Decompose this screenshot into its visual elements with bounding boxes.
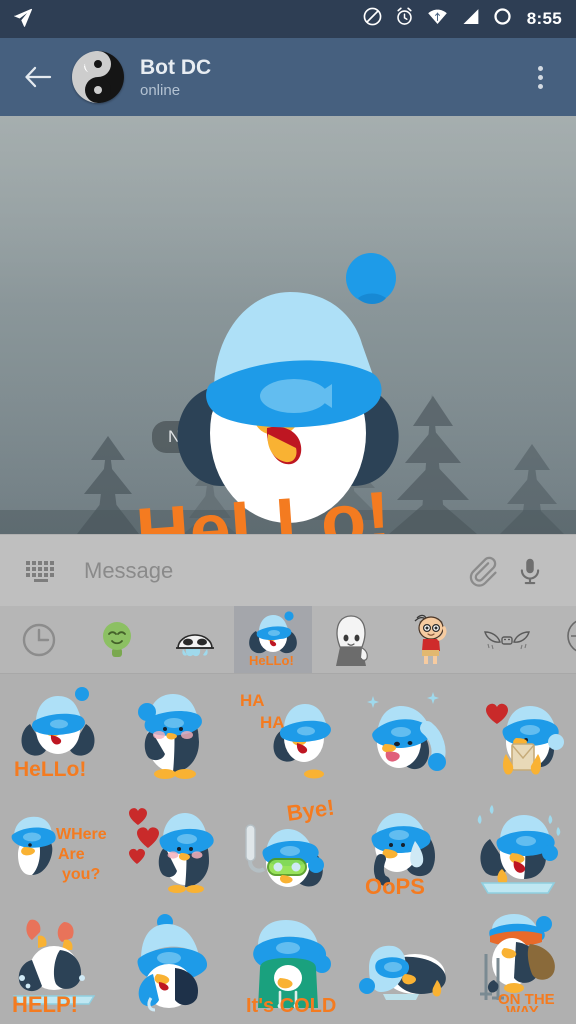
svg-text:HA: HA xyxy=(240,691,265,710)
svg-text:Bye!: Bye! xyxy=(285,797,336,826)
chat-title-block[interactable]: Bot DC online xyxy=(140,55,211,100)
sticker-plain[interactable] xyxy=(115,676,230,788)
clock-icon xyxy=(22,623,56,656)
message-input[interactable] xyxy=(84,557,458,584)
battery-icon xyxy=(492,6,513,32)
sticker-oops[interactable]: OoPS xyxy=(346,791,461,903)
sticker-its-cold[interactable]: It's COLD xyxy=(230,906,345,1018)
svg-text:you?: you? xyxy=(62,866,100,883)
recent-stickers-tab[interactable] xyxy=(0,606,78,673)
crying-face-icon xyxy=(176,633,214,656)
paperclip-icon[interactable] xyxy=(458,547,506,595)
sticker-pack-wings[interactable] xyxy=(468,606,546,673)
green-blob-icon xyxy=(103,621,131,657)
shinchan-icon xyxy=(414,614,447,664)
svg-text:HELP!: HELP! xyxy=(12,992,78,1012)
sticker-on-the-way[interactable]: ON THE WAY xyxy=(461,906,576,1018)
avatar[interactable] xyxy=(72,51,124,103)
wifi-icon xyxy=(426,6,449,32)
sticker-bye[interactable]: Bye! xyxy=(230,791,345,903)
sticker-pack-crying-face[interactable] xyxy=(156,606,234,673)
status-bar-clock: 8:55 xyxy=(526,9,562,28)
svg-text:HeLLo!: HeLLo! xyxy=(249,653,294,668)
sticker-pack-round-face[interactable] xyxy=(546,606,576,673)
sticker-help[interactable]: HELP! xyxy=(0,906,115,1018)
sticker-where-are-you[interactable]: WHere Are you? xyxy=(0,791,115,903)
svg-text:It's COLD: It's COLD xyxy=(246,995,336,1012)
sticker-sleeping[interactable] xyxy=(346,906,461,1018)
svg-text:OoPS: OoPS xyxy=(365,874,425,897)
sticker-haha[interactable]: HA HA xyxy=(230,676,345,788)
alarm-icon xyxy=(394,6,415,32)
winged-eyes-icon xyxy=(484,630,530,649)
sticker-hearts[interactable] xyxy=(115,791,230,903)
chat-message-area: No HeL xyxy=(0,116,576,534)
sticker-pack-anime-girl[interactable] xyxy=(312,606,390,673)
sticker-pack-penguin[interactable]: HeLLo! xyxy=(234,606,312,673)
microphone-icon[interactable] xyxy=(506,547,554,595)
telegram-send-icon xyxy=(12,6,34,33)
penguin-hello-sticker[interactable]: HeLLo! xyxy=(118,248,458,534)
sticker-pack-shinchan[interactable] xyxy=(390,606,468,673)
sticker-crying-ice[interactable] xyxy=(461,791,576,903)
status-bar-left xyxy=(12,6,34,33)
svg-text:WHere: WHere xyxy=(56,826,107,843)
sticker-hello[interactable]: HeLLo! xyxy=(0,676,115,788)
svg-text:HeLLo!: HeLLo! xyxy=(14,758,86,781)
status-bar: 8:55 xyxy=(0,0,576,38)
sticker-pack-green-blob[interactable] xyxy=(78,606,156,673)
page-title: Bot DC xyxy=(140,55,212,79)
status-bar-right: 8:55 xyxy=(362,6,562,32)
signal-icon xyxy=(460,6,481,32)
svg-text:Are: Are xyxy=(58,846,85,863)
keyboard-icon[interactable] xyxy=(22,556,62,586)
back-arrow-icon xyxy=(25,66,52,88)
chat-toolbar: Bot DC online xyxy=(0,38,576,116)
sticker-cold-hat[interactable] xyxy=(115,906,230,1018)
message-input-bar xyxy=(0,534,576,606)
sticker-caption: HeLLo! xyxy=(133,475,393,534)
sticker-snow[interactable] xyxy=(346,676,461,788)
overflow-menu-icon[interactable] xyxy=(520,54,560,100)
sticker-love-letter[interactable] xyxy=(461,676,576,788)
svg-text:WAY: WAY xyxy=(506,1003,539,1012)
penguin-hello-icon: HeLLo! xyxy=(249,610,297,668)
sticker-pack-tabs: HeLLo! xyxy=(0,606,576,674)
online-status: online xyxy=(140,81,181,99)
svg-text:HeLLo!: HeLLo! xyxy=(133,475,393,534)
back-button[interactable] xyxy=(16,55,60,99)
do-not-disturb-icon xyxy=(362,6,383,32)
sticker-grid: HeLLo! HA HA WHere Are you? Bye! OoPS HE… xyxy=(0,674,576,1024)
anime-girl-icon xyxy=(336,614,368,666)
svg-text:HA: HA xyxy=(260,713,285,732)
telegram-chat-screen: 8:55 Bot DC online HeLLo! Message HeLLo!… xyxy=(0,0,576,1024)
round-face-icon xyxy=(567,620,576,651)
